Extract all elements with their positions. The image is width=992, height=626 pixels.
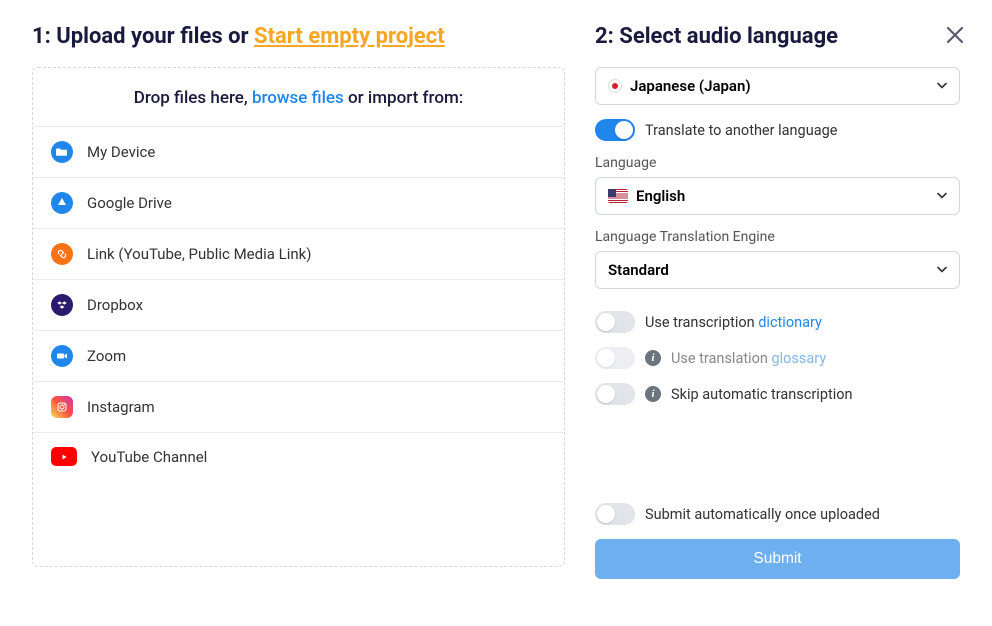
glossary-toggle[interactable] xyxy=(595,347,635,369)
skip-transcription-toggle[interactable] xyxy=(595,383,635,405)
auto-submit-label: Submit automatically once uploaded xyxy=(645,506,880,523)
source-label: Zoom xyxy=(87,347,126,365)
step1-title-text: 1: Upload your files or xyxy=(32,24,254,49)
source-my-device[interactable]: My Device xyxy=(33,126,564,177)
glossary-link[interactable]: glossary xyxy=(771,350,826,367)
source-label: My Device xyxy=(87,143,155,161)
zoom-icon xyxy=(51,345,73,367)
folder-icon xyxy=(51,141,73,163)
dropbox-icon xyxy=(51,294,73,316)
source-link[interactable]: Link (YouTube, Public Media Link) xyxy=(33,228,564,279)
translate-toggle-label: Translate to another language xyxy=(645,122,837,139)
source-list: My Device Google Drive Link (YouTube, Pu… xyxy=(33,126,564,480)
upload-panel: 1: Upload your files or Start empty proj… xyxy=(32,24,565,579)
dictionary-toggle[interactable] xyxy=(595,311,635,333)
skip-label: Skip automatic transcription xyxy=(671,386,853,403)
target-language-value: English xyxy=(636,187,685,205)
info-icon[interactable]: i xyxy=(645,350,661,366)
submit-button[interactable]: Submit xyxy=(595,539,960,579)
target-language-label: Language xyxy=(595,155,960,171)
source-youtube-channel[interactable]: YouTube Channel xyxy=(33,432,564,480)
close-icon xyxy=(946,26,964,44)
youtube-icon xyxy=(51,447,77,466)
glossary-label: Use translation glossary xyxy=(671,350,826,367)
audio-language-select[interactable]: Japanese (Japan) xyxy=(595,67,960,105)
drop-header: Drop files here, browse files or import … xyxy=(33,68,564,126)
source-label: Link (YouTube, Public Media Link) xyxy=(87,245,311,263)
engine-select[interactable]: Standard xyxy=(595,251,960,289)
source-zoom[interactable]: Zoom xyxy=(33,330,564,381)
browse-files-link[interactable]: browse files xyxy=(252,88,344,108)
translate-toggle[interactable] xyxy=(595,119,635,141)
engine-value: Standard xyxy=(608,261,669,279)
source-label: Dropbox xyxy=(87,296,143,314)
source-label: Google Drive xyxy=(87,194,172,212)
link-icon xyxy=(51,243,73,265)
engine-label: Language Translation Engine xyxy=(595,229,960,245)
source-label: Instagram xyxy=(87,398,155,416)
step1-title: 1: Upload your files or Start empty proj… xyxy=(32,24,565,49)
instagram-icon xyxy=(51,396,73,418)
source-dropbox[interactable]: Dropbox xyxy=(33,279,564,330)
google-drive-icon xyxy=(51,192,73,214)
info-icon[interactable]: i xyxy=(645,386,661,402)
dictionary-link[interactable]: dictionary xyxy=(758,314,822,331)
flag-us-icon xyxy=(608,189,628,203)
audio-language-value: Japanese (Japan) xyxy=(630,77,751,95)
start-empty-project-link[interactable]: Start empty project xyxy=(254,24,445,49)
source-instagram[interactable]: Instagram xyxy=(33,381,564,432)
source-google-drive[interactable]: Google Drive xyxy=(33,177,564,228)
step2-title: 2: Select audio language xyxy=(595,24,960,49)
settings-panel: 2: Select audio language Japanese (Japan… xyxy=(595,24,960,579)
target-language-select[interactable]: English xyxy=(595,177,960,215)
auto-submit-toggle[interactable] xyxy=(595,503,635,525)
flag-japan-icon xyxy=(608,79,622,93)
dictionary-label: Use transcription dictionary xyxy=(645,314,822,331)
close-button[interactable] xyxy=(946,26,964,48)
source-label: YouTube Channel xyxy=(91,448,207,466)
dropzone[interactable]: Drop files here, browse files or import … xyxy=(32,67,565,567)
